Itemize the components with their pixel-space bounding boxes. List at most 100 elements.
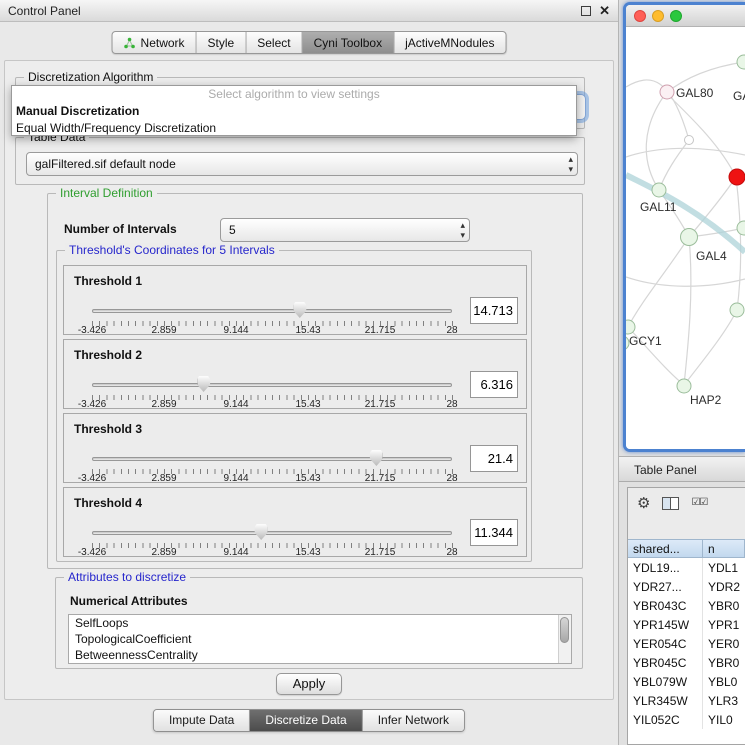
scale-label: 9.144 xyxy=(223,473,248,484)
network-node[interactable] xyxy=(730,303,744,317)
list-item[interactable]: SelfLoops xyxy=(69,615,571,631)
scale-label: 15.43 xyxy=(295,399,320,410)
network-node-gal11[interactable] xyxy=(652,183,666,197)
network-window-titlebar[interactable] xyxy=(626,5,745,27)
table-data-select[interactable]: galFiltered.sif default node ▴▾ xyxy=(26,152,578,176)
network-node[interactable] xyxy=(737,55,745,69)
tab-label: Cyni Toolbox xyxy=(314,36,382,50)
network-icon xyxy=(124,37,136,49)
slider-handle[interactable] xyxy=(197,376,210,392)
scale-label: 28 xyxy=(446,399,457,410)
zoom-button[interactable] xyxy=(670,10,682,22)
network-node-hap2[interactable] xyxy=(677,379,691,393)
cell-shared-name: YBR043C xyxy=(628,596,703,615)
attributes-group-title: Attributes to discretize xyxy=(64,570,190,584)
top-tab-bar: Network Style Select Cyni Toolbox jActiv… xyxy=(112,31,507,54)
interval-definition-group: Interval Definition Number of Intervals … xyxy=(47,193,583,569)
slider-scale: -3.426 2.859 9.144 15.43 21.715 28 xyxy=(92,399,452,410)
column-header-name[interactable]: n xyxy=(703,539,745,558)
cell-name: YDL1 xyxy=(703,558,745,577)
tab-infer-network[interactable]: Infer Network xyxy=(363,710,464,731)
network-node-gal4[interactable] xyxy=(681,229,698,246)
cell-shared-name: YER054C xyxy=(628,634,703,653)
tab-select[interactable]: Select xyxy=(246,32,302,53)
threshold-2-slider[interactable] xyxy=(92,376,452,393)
thresholds-group-title: Threshold's Coordinates for 5 Intervals xyxy=(65,243,279,257)
attributes-list[interactable]: SelfLoops TopologicalCoefficient Between… xyxy=(68,614,572,664)
slider-handle[interactable] xyxy=(255,524,268,540)
settings-gear-icon[interactable]: ⚙ xyxy=(637,496,650,511)
tab-impute-data[interactable]: Impute Data xyxy=(154,710,250,731)
cell-shared-name: YDL19... xyxy=(628,558,703,577)
table-row[interactable]: YDR27... YDR2 xyxy=(628,577,745,596)
slider-handle[interactable] xyxy=(370,450,383,466)
table-row[interactable]: YDL19... YDL1 xyxy=(628,558,745,577)
scale-label: 2.859 xyxy=(151,325,176,336)
table-row[interactable]: YPR145W YPR1 xyxy=(628,615,745,634)
control-panel-body: Discretization Algorithm Select algorith… xyxy=(4,60,614,700)
table-row[interactable]: YER054C YER0 xyxy=(628,634,745,653)
node-label-gal4: GAL4 xyxy=(696,249,727,263)
tab-style[interactable]: Style xyxy=(197,32,247,53)
list-item[interactable]: BetweennessCentrality xyxy=(69,647,571,663)
list-item[interactable]: TopologicalCoefficient xyxy=(69,631,571,647)
scale-label: 9.144 xyxy=(223,325,248,336)
table-row[interactable]: YIL052C YIL0 xyxy=(628,710,745,729)
table-row[interactable]: YBR043C YBR0 xyxy=(628,596,745,615)
table-row[interactable]: YBR045C YBR0 xyxy=(628,653,745,672)
threshold-2-label: Threshold 2 xyxy=(74,348,142,362)
scale-label: 2.859 xyxy=(151,399,176,410)
network-window: GAL80 GA GAL11 GAL4 GCY1 HAP2 xyxy=(623,2,745,452)
threshold-3-value-input[interactable] xyxy=(470,445,518,472)
combo-arrows-icon: ▴▾ xyxy=(568,154,573,174)
control-panel-titlebar[interactable]: Control Panel ✕ xyxy=(0,0,618,22)
table-panel-window: ⚙ ☑☑ shared... n YDL19... YDL1 YDR27... … xyxy=(627,487,745,745)
number-of-intervals-label: Number of Intervals xyxy=(64,222,177,236)
dropdown-option-equal-width[interactable]: Equal Width/Frequency Discretization xyxy=(12,120,576,137)
threshold-1-slider[interactable] xyxy=(92,302,452,319)
threshold-4-value-input[interactable] xyxy=(470,519,518,546)
scale-label: 2.859 xyxy=(151,473,176,484)
cell-name: YPR1 xyxy=(703,615,745,634)
network-node[interactable] xyxy=(685,136,694,145)
tab-label: Select xyxy=(257,36,290,50)
slider-handle[interactable] xyxy=(293,302,306,318)
scale-label: -3.426 xyxy=(78,547,106,558)
tab-network[interactable]: Network xyxy=(113,32,197,53)
number-of-intervals-select[interactable]: 5 ▴▾ xyxy=(220,218,470,242)
threshold-4-slider[interactable] xyxy=(92,524,452,541)
threshold-2-panel: Threshold 2 -3.426 2.859 9.144 15.43 21.… xyxy=(63,339,527,409)
close-icon[interactable]: ✕ xyxy=(599,3,610,19)
select-checkboxes-icon[interactable]: ☑☑ xyxy=(691,498,707,508)
tab-cyni-toolbox[interactable]: Cyni Toolbox xyxy=(303,32,394,53)
threshold-1-value-input[interactable] xyxy=(470,297,518,324)
dropdown-option-manual-discretization[interactable]: Manual Discretization xyxy=(12,103,576,120)
tab-discretize-data[interactable]: Discretize Data xyxy=(250,710,362,731)
list-scrollbar[interactable] xyxy=(558,615,571,663)
cell-name: YBR0 xyxy=(703,653,745,672)
table-panel-titlebar[interactable]: Table Panel xyxy=(619,456,745,482)
network-node-gcy1[interactable] xyxy=(626,320,635,334)
network-canvas[interactable]: GAL80 GA GAL11 GAL4 GCY1 HAP2 xyxy=(626,27,745,450)
column-selector-icon[interactable] xyxy=(662,497,679,510)
column-header-shared-name[interactable]: shared... xyxy=(628,539,703,558)
float-window-icon[interactable] xyxy=(581,6,591,16)
node-label-hap2: HAP2 xyxy=(690,393,722,407)
numerical-attributes-label: Numerical Attributes xyxy=(70,594,188,608)
network-node[interactable] xyxy=(737,221,745,235)
tab-jactivemnodules[interactable]: jActiveMNodules xyxy=(394,32,505,53)
network-node-selected-red[interactable] xyxy=(729,169,745,185)
scale-label: -3.426 xyxy=(78,473,106,484)
apply-button[interactable]: Apply xyxy=(276,673,342,695)
slider-track xyxy=(92,309,452,313)
network-node-gal80[interactable] xyxy=(660,85,674,99)
close-button[interactable] xyxy=(634,10,646,22)
table-panel-title: Table Panel xyxy=(634,463,697,477)
table-row[interactable]: YLR345W YLR3 xyxy=(628,691,745,710)
minimize-button[interactable] xyxy=(652,10,664,22)
threshold-3-slider[interactable] xyxy=(92,450,452,467)
scrollbar-thumb[interactable] xyxy=(560,617,569,643)
node-label-gal80: GAL80 xyxy=(676,86,714,100)
threshold-2-value-input[interactable] xyxy=(470,371,518,398)
table-row[interactable]: YBL079W YBL0 xyxy=(628,672,745,691)
